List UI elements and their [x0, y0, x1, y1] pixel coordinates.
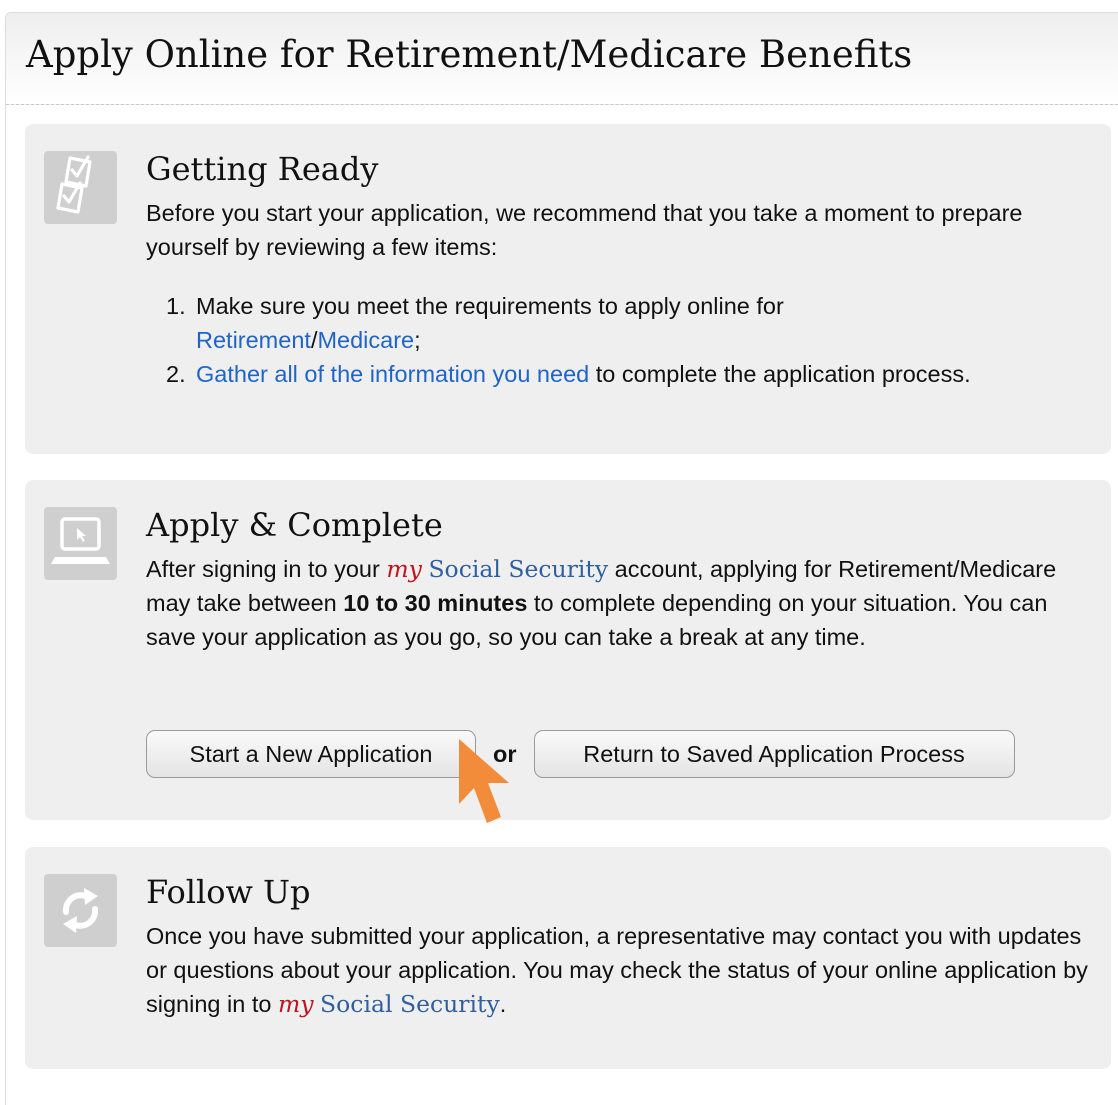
follow-up-body: Once you have submitted your application…	[146, 919, 1096, 1021]
step-number: 1.	[166, 293, 186, 319]
duration-text: 10 to 30 minutes	[343, 590, 528, 616]
follow-up-description: Once you have submitted your application…	[146, 919, 1096, 1021]
step-number: 2.	[166, 361, 186, 387]
action-buttons: Start a New Application or Return to Sav…	[146, 730, 1015, 778]
apply-complete-description: After signing in to your my Social Secur…	[146, 552, 1096, 654]
page-header: Apply Online for Retirement/Medicare Ben…	[6, 13, 1118, 105]
laptop-icon	[44, 507, 117, 580]
apply-complete-body: After signing in to your my Social Secur…	[146, 552, 1096, 654]
start-new-application-button[interactable]: Start a New Application	[146, 730, 476, 778]
step-text: Make sure you meet the requirements to a…	[196, 293, 784, 319]
getting-ready-panel: Getting Ready Before you start your appl…	[25, 124, 1111, 454]
brand-my: my	[386, 555, 422, 583]
follow-up-heading: Follow Up	[146, 873, 311, 911]
text-segment: After signing in to your	[146, 556, 387, 582]
retirement-link[interactable]: Retirement	[196, 327, 311, 353]
list-item: 1. Make sure you meet the requirements t…	[166, 289, 1096, 357]
brand-social-security: Social Security	[428, 555, 609, 583]
apply-complete-panel: Apply & Complete After signing in to you…	[25, 480, 1111, 820]
page-frame: Apply Online for Retirement/Medicare Ben…	[5, 12, 1118, 1105]
return-to-saved-application-button[interactable]: Return to Saved Application Process	[533, 730, 1015, 778]
semicolon: ;	[414, 327, 421, 353]
page-title: Apply Online for Retirement/Medicare Ben…	[26, 33, 913, 76]
requirements-list: 1. Make sure you meet the requirements t…	[146, 289, 1096, 391]
checklist-icon	[44, 151, 117, 224]
mouse-pointer-icon	[459, 739, 509, 823]
getting-ready-body: Before you start your application, we re…	[146, 196, 1096, 391]
refresh-arrows-icon	[44, 874, 117, 947]
getting-ready-intro: Before you start your application, we re…	[146, 200, 1023, 260]
brand-social-security: Social Security	[320, 990, 500, 1018]
list-item: 2. Gather all of the information you nee…	[166, 357, 1096, 391]
medicare-link[interactable]: Medicare	[317, 327, 414, 353]
gather-information-link[interactable]: Gather all of the information you need	[196, 361, 589, 387]
step-text: to complete the application process.	[589, 361, 971, 387]
text-segment: .	[499, 991, 507, 1017]
apply-complete-heading: Apply & Complete	[146, 506, 443, 544]
getting-ready-heading: Getting Ready	[146, 150, 379, 188]
follow-up-panel: Follow Up Once you have submitted your a…	[25, 847, 1111, 1069]
brand-my: my	[277, 990, 314, 1018]
